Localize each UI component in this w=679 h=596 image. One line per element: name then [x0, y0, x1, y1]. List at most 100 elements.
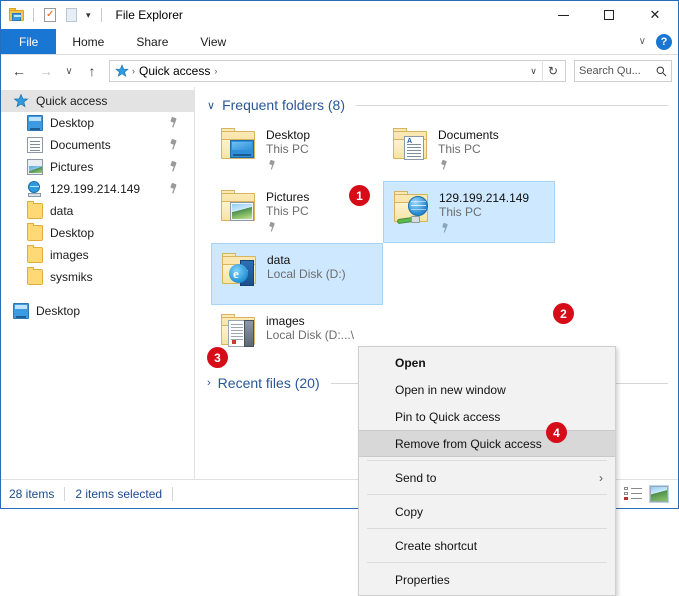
window-controls: ✕ — [540, 1, 678, 29]
annotation-badge-2: 2 — [553, 303, 574, 324]
tab-home[interactable]: Home — [56, 29, 120, 54]
maximize-button[interactable] — [586, 1, 632, 29]
tile-desktop[interactable]: Desktop This PC — [211, 119, 383, 181]
toolbar-divider-2 — [100, 8, 102, 22]
menu-separator-3 — [367, 528, 607, 529]
chevron-down-icon[interactable]: ∨ — [207, 99, 215, 112]
menu-item-open[interactable]: Open — [359, 349, 615, 376]
tab-home-label: Home — [72, 34, 105, 49]
details-view-button[interactable] — [624, 486, 642, 502]
search-input[interactable]: Search Qu... — [574, 60, 672, 82]
menu-item-label: Copy — [395, 504, 424, 519]
tile-sub: This PC — [266, 204, 309, 218]
forward-button[interactable]: → — [34, 59, 58, 83]
sidebar-item-label: Desktop — [36, 304, 81, 318]
sidebar-item-images[interactable]: images — [1, 244, 194, 266]
tile-name: 129.199.214.149 — [439, 191, 530, 205]
address-dropdown-icon[interactable]: ∨ — [525, 61, 542, 81]
tile-documents[interactable]: A Documents This PC — [383, 119, 555, 181]
sidebar-item-label: Desktop — [50, 226, 95, 240]
menu-separator-4 — [367, 562, 607, 563]
pin-icon[interactable] — [439, 222, 451, 234]
folder-icon — [27, 223, 43, 241]
new-folder-icon[interactable] — [63, 7, 79, 23]
address-input[interactable]: › Quick access › ∨ ↻ — [109, 60, 566, 82]
sidebar-item-documents[interactable]: Documents — [1, 134, 194, 156]
back-button[interactable]: ← — [7, 59, 31, 83]
menu-item-pin-to-quick-access[interactable]: Pin to Quick access — [359, 403, 615, 430]
menu-item-open-in-new-window[interactable]: Open in new window — [359, 376, 615, 403]
menu-item-create-shortcut[interactable]: Create shortcut — [359, 532, 615, 559]
chevron-down-icon[interactable]: ▾ — [84, 10, 93, 21]
expand-ribbon-icon[interactable]: ∨ — [639, 36, 646, 47]
folder-images-icon — [219, 313, 261, 353]
tile-sub: This PC — [438, 142, 481, 156]
menu-item-copy[interactable]: Copy — [359, 498, 615, 525]
annotation-badge-3: 3 — [207, 347, 228, 368]
properties-icon[interactable]: ✓ — [42, 7, 58, 23]
pin-icon[interactable] — [167, 138, 180, 151]
status-divider — [64, 487, 66, 501]
desktop-icon — [13, 303, 29, 319]
minimize-button[interactable] — [540, 1, 586, 29]
sidebar-item-quick-access[interactable]: Quick access — [1, 90, 194, 112]
pin-icon[interactable] — [167, 116, 180, 129]
pin-icon[interactable] — [438, 159, 450, 171]
sidebar-item-desktop-folder[interactable]: Desktop — [1, 222, 194, 244]
explorer-icon[interactable] — [9, 7, 25, 23]
tab-view-label: View — [200, 34, 227, 49]
tile-sub: This PC — [439, 205, 482, 219]
title-bar: ✓ ▾ File Explorer ✕ — [1, 1, 678, 29]
tile-sub: Local Disk (D:...\ — [266, 328, 355, 342]
large-icons-view-button[interactable] — [649, 485, 669, 503]
tab-file-label: File — [19, 34, 39, 49]
menu-item-send-to[interactable]: Send to › — [359, 464, 615, 491]
menu-item-properties[interactable]: Properties — [359, 566, 615, 593]
menu-item-label: Open — [395, 355, 426, 370]
tab-view[interactable]: View — [184, 29, 242, 54]
tile-name: images — [266, 314, 305, 328]
folder-documents-icon: A — [391, 127, 433, 167]
folder-data-icon: s — [220, 252, 262, 292]
close-button[interactable]: ✕ — [632, 1, 678, 29]
chevron-right-icon[interactable]: › — [207, 377, 211, 389]
group-title: Frequent folders (8) — [222, 97, 346, 113]
up-button[interactable]: ↑ — [80, 59, 104, 83]
group-divider — [356, 104, 668, 106]
menu-item-label: Properties — [395, 572, 450, 587]
tile-network-129-199-214-149[interactable]: 129.199.214.149 This PC — [383, 181, 555, 243]
help-icon[interactable]: ? — [656, 33, 672, 50]
tab-file[interactable]: File — [1, 29, 57, 54]
tile-row-3: s data Local Disk (D:) — [211, 243, 678, 305]
sidebar-item-sysmiks[interactable]: sysmiks — [1, 266, 194, 288]
address-bar: ← → ∨ ↑ › Quick access › ∨ ↻ Search Qu..… — [1, 55, 678, 87]
pin-icon[interactable] — [167, 182, 180, 195]
frequent-folders-header[interactable]: ∨ Frequent folders (8) — [195, 87, 678, 113]
menu-item-remove-from-quick-access[interactable]: Remove from Quick access — [359, 430, 615, 457]
network-icon — [27, 181, 43, 197]
content-area: Quick access Desktop Documents Pictures — [1, 87, 678, 596]
breadcrumb-quick-access[interactable]: Quick access — [136, 64, 213, 78]
tab-share[interactable]: Share — [120, 29, 184, 54]
sidebar-item-label: 129.199.214.149 — [50, 182, 141, 196]
recent-locations-icon[interactable]: ∨ — [61, 59, 77, 83]
ribbon-tab-bar: File Home Share View ∨ ? — [1, 29, 678, 55]
menu-item-label: Open in new window — [395, 382, 506, 397]
sidebar-item-label: Pictures — [50, 160, 94, 174]
sidebar-item-desktop[interactable]: Desktop — [1, 112, 194, 134]
sidebar-item-network-129-199-214-149[interactable]: 129.199.214.149 — [1, 178, 194, 200]
menu-separator-2 — [367, 494, 607, 495]
tile-grid: Desktop This PC A Documents This PC Pict… — [195, 113, 678, 367]
pin-icon[interactable] — [167, 160, 180, 173]
tile-data[interactable]: s data Local Disk (D:) — [211, 243, 383, 305]
tile-name: Desktop — [266, 128, 311, 142]
sidebar-item-desktop-root[interactable]: Desktop — [1, 300, 194, 322]
pin-icon[interactable] — [266, 159, 278, 171]
sidebar-item-pictures[interactable]: Pictures — [1, 156, 194, 178]
refresh-icon[interactable]: ↻ — [542, 60, 563, 82]
pin-icon[interactable] — [266, 221, 278, 233]
breadcrumb-separator-1[interactable]: › — [213, 66, 218, 76]
sidebar-item-data[interactable]: data — [1, 200, 194, 222]
sidebar-item-label: images — [50, 248, 89, 262]
